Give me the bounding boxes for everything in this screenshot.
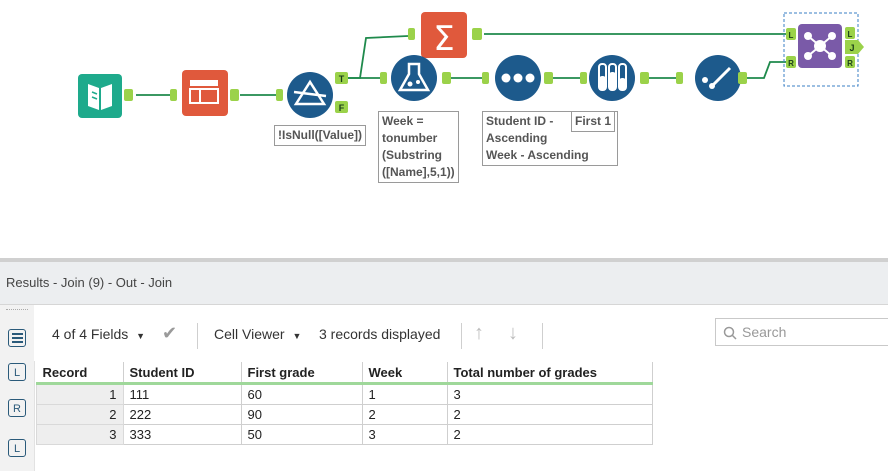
workflow-canvas[interactable]: T F Σ L R L J R !IsNull([Value]) Week = … [0,0,888,258]
right-input-icon[interactable]: R [8,399,26,417]
grip-icon [6,309,28,312]
table-cell[interactable]: 111 [122,383,242,405]
input-anchor[interactable] [408,28,415,40]
arrow-down-icon[interactable]: ↓ [508,322,518,345]
table-cell[interactable]: 3 [361,424,448,445]
search-icon [723,326,737,340]
output-anchor[interactable] [230,89,239,101]
chevron-down-icon: ▼ [292,331,302,341]
right-output-label: R [847,59,853,68]
table-header-row: Record Student ID First grade Week Total… [36,362,653,385]
column-header[interactable]: Week [362,362,448,385]
left-input-label: L [789,31,794,40]
left-input-button-label: L [13,367,21,379]
input-anchor[interactable] [276,89,283,101]
sample-annotation: First 1 [571,111,616,132]
right-input-label: R [788,59,794,68]
results-title-bar: Results - Join (9) - Out - Join [0,262,888,305]
arrow-up-icon[interactable]: ↑ [474,322,484,345]
table-cell[interactable]: 2 [446,424,653,445]
right-input-button-label: R [13,403,21,415]
output-anchor[interactable] [640,72,649,84]
select-records-tool[interactable] [676,55,747,101]
table-cell[interactable]: 2 [361,404,448,425]
column-header[interactable]: Total number of grades [447,362,653,385]
column-header[interactable]: Student ID [123,362,242,385]
summarize-tool[interactable]: Σ [408,12,482,59]
column-header[interactable]: First grade [241,362,363,385]
chevron-down-icon: ▼ [136,331,146,341]
true-anchor-label: T [339,74,345,84]
input-anchor[interactable] [482,72,489,84]
output-anchor[interactable] [738,72,747,84]
table-cell[interactable]: 1 [361,383,448,405]
records-count: 3 records displayed [319,326,441,342]
left-input-icon[interactable]: L [8,363,26,381]
table-cell[interactable]: 333 [122,424,242,445]
table-row[interactable]: 2 222 90 2 2 [36,404,653,425]
formula-annotation: Week = tonumber (Substring ([Name],5,1)) [378,111,459,183]
output-anchor[interactable] [544,72,553,84]
column-header[interactable]: Record [36,362,124,385]
filter-tool[interactable]: T F [276,72,348,118]
output-anchor[interactable] [124,89,133,101]
select-tool[interactable] [170,70,239,116]
apply-checkmark-icon[interactable]: ✔ [162,323,177,344]
input-anchor[interactable] [380,72,387,84]
list-view-icon[interactable] [8,329,26,347]
results-sidebar: L R L [0,305,35,471]
fields-dropdown[interactable]: 4 of 4 Fields ▼ [52,326,145,342]
results-table: Record Student ID First grade Week Total… [36,362,653,445]
cell-viewer-dropdown[interactable]: Cell Viewer ▼ [214,326,301,342]
left-output-label: L [848,30,853,39]
input-anchor[interactable] [170,89,177,101]
join-left-icon[interactable]: L [8,439,26,457]
filter-annotation: !IsNull([Value]) [274,125,367,146]
sigma-icon: Σ [433,19,454,59]
record-number: 3 [36,424,124,445]
output-anchor[interactable] [472,28,482,40]
record-number: 2 [36,404,124,425]
search-placeholder: Search [742,324,787,340]
toolbar-divider [197,323,198,349]
record-number: 1 [36,383,124,405]
search-input[interactable]: Search [715,318,888,346]
sort-tool[interactable] [482,55,553,101]
table-cell[interactable]: 90 [240,404,363,425]
join-left-button-label: L [13,443,21,455]
fields-label: 4 of 4 Fields [52,326,129,342]
join-tool[interactable]: L R L J R [783,12,864,87]
connection-select2-join [744,61,788,79]
sample-tool[interactable] [580,55,649,101]
table-cell[interactable]: 60 [240,383,363,405]
table-cell[interactable]: 222 [122,404,242,425]
table-cell[interactable]: 2 [446,404,653,425]
table-cell[interactable]: 3 [446,383,653,405]
toolbar-divider [542,323,543,349]
formula-tool[interactable] [380,55,451,101]
cell-viewer-label: Cell Viewer [214,326,285,342]
table-row[interactable]: 3 333 50 3 2 [36,424,653,445]
toolbar-divider [461,323,462,349]
results-title: Results - Join (9) - Out - Join [6,275,173,290]
false-anchor-label: F [339,103,345,113]
output-anchor[interactable] [442,72,451,84]
table-row[interactable]: 1 111 60 1 3 [36,383,653,405]
join-output-label: J [849,43,854,53]
input-anchor[interactable] [580,72,587,84]
input-data-tool[interactable] [78,74,133,118]
table-cell[interactable]: 50 [240,424,363,445]
input-anchor[interactable] [676,72,683,84]
